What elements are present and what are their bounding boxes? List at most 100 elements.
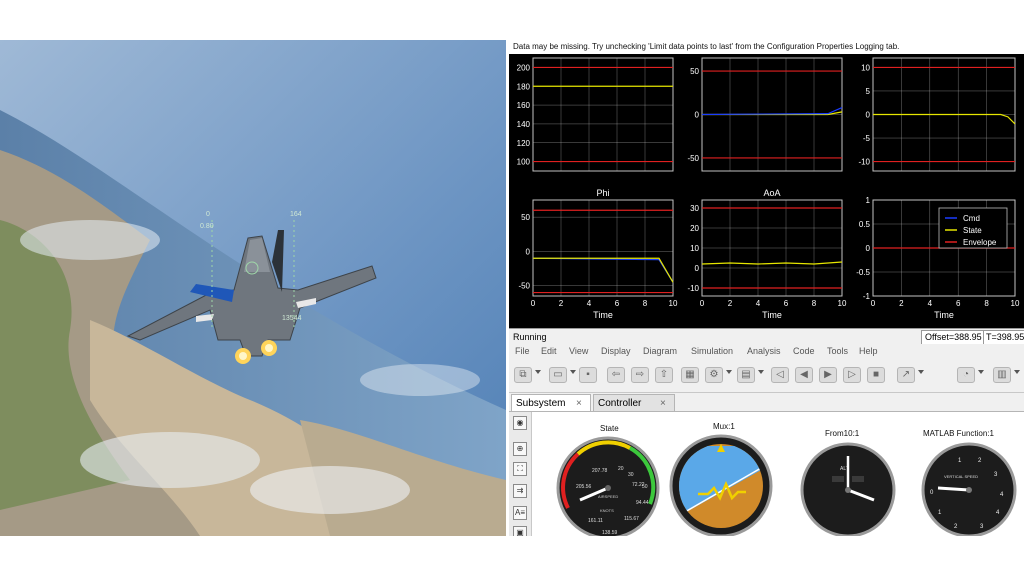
y-tick-label: -5 — [863, 134, 871, 143]
stop-icon[interactable]: ■ — [867, 367, 885, 383]
open-folder-icon[interactable]: ▭ — [549, 367, 567, 383]
y-tick-label: 5 — [866, 87, 871, 96]
model-explorer-icon[interactable]: ▦ — [681, 367, 699, 383]
close-icon[interactable]: × — [576, 395, 582, 412]
menu-item-edit[interactable]: Edit — [541, 346, 557, 357]
y-tick-label: 180 — [517, 82, 531, 91]
legend-entry: Cmd — [963, 214, 980, 223]
gauge-readout: 20 — [618, 466, 624, 472]
simulation-time: T=398.950 — [983, 330, 1024, 345]
y-tick-label: -50 — [518, 282, 530, 291]
chevron-down-icon[interactable] — [978, 370, 984, 374]
menu-item-tools[interactable]: Tools — [827, 346, 848, 357]
fit-view-icon[interactable]: ⛶ — [513, 462, 527, 476]
x-tick-label: 6 — [615, 299, 620, 308]
chevron-down-icon[interactable] — [918, 370, 924, 374]
y-tick-label: 200 — [517, 63, 531, 72]
scope-plot-2[interactable]: 50 0 -50 — [687, 57, 843, 172]
signal-viewer-icon[interactable]: ↗ — [897, 367, 915, 383]
performance-advisor-icon[interactable]: ◔ — [957, 367, 975, 383]
play-icon[interactable]: ▶ — [819, 367, 837, 383]
scope-window: Data may be missing. Try unchecking 'Lim… — [509, 40, 1024, 345]
x-tick-label: 10 — [669, 299, 678, 308]
library-browser-icon[interactable]: ⧉ — [514, 367, 532, 383]
save-icon[interactable]: ▪ — [579, 367, 597, 383]
scope-plot-1[interactable]: 200 180 160 140 120 100 — [517, 57, 674, 172]
hud-left-value: 0 — [206, 211, 210, 218]
y-tick-label: 0.5 — [859, 220, 871, 229]
up-arrow-icon[interactable]: ⇧ — [655, 367, 673, 383]
model-canvas[interactable]: State Mux:1 From10:1 MATLAB Function:1 2… — [532, 412, 1024, 536]
y-tick-label: 1 — [866, 196, 871, 205]
x-tick-label: 8 — [643, 299, 648, 308]
menu-item-code[interactable]: Code — [793, 346, 815, 357]
close-icon[interactable]: × — [660, 395, 666, 412]
tab-controller[interactable]: Controller × — [593, 394, 675, 411]
attitude-indicator[interactable] — [669, 432, 773, 536]
y-tick-label: -10 — [687, 284, 699, 293]
zoom-icon[interactable]: ⊕ — [513, 442, 527, 456]
menu-item-simulation[interactable]: Simulation — [691, 346, 733, 357]
y-tick-label: 140 — [517, 120, 531, 129]
scope-plot-3[interactable]: 10 5 0 -5 -10 — [858, 57, 1016, 172]
chevron-down-icon[interactable] — [758, 370, 764, 374]
plot-title: Phi — [596, 188, 609, 198]
menu-item-analysis[interactable]: Analysis — [747, 346, 781, 357]
menu-item-file[interactable]: File — [515, 346, 530, 357]
image-icon[interactable]: ▣ — [513, 526, 527, 536]
step-back-icon[interactable]: ◁ — [771, 367, 789, 383]
annotation-icon[interactable]: A≡ — [513, 506, 527, 520]
palette-toolbar: ◉ ⊕ ⛶ ⇉ A≡ ▣ — [509, 412, 532, 536]
x-tick-label: 4 — [928, 299, 933, 308]
hide-explorer-icon[interactable]: ◉ — [513, 416, 527, 430]
back-arrow-icon[interactable]: ⇦ — [607, 367, 625, 383]
y-tick-label: -10 — [858, 158, 870, 167]
menu-item-view[interactable]: View — [569, 346, 588, 357]
data-display-icon[interactable]: ▥ — [993, 367, 1011, 383]
y-tick-label: 120 — [517, 139, 531, 148]
gauge-label: VERTICAL SPEED — [944, 474, 978, 479]
gauge-panel: 207.78 205.56 161.11 115.67 94.44 72.22 … — [556, 432, 1017, 536]
x-tick-label: 10 — [1011, 299, 1020, 308]
toolbar: ⧉ ▭ ▪ ⇦ ⇨ ⇧ ▦ ⚙ ▤ ◁ ◀ ▶ ▷ ■ ↗ ◔ ▥ — [509, 358, 1024, 393]
y-tick-label: 50 — [521, 213, 530, 222]
airspeed-gauge[interactable]: 207.78 205.56 161.11 115.67 94.44 72.22 … — [556, 436, 660, 536]
altimeter-gauge[interactable]: ALT — [800, 442, 896, 536]
y-tick-label: 10 — [690, 244, 699, 253]
menu-item-help[interactable]: Help — [859, 346, 878, 357]
forward-arrow-icon[interactable]: ⇨ — [631, 367, 649, 383]
y-tick-label: 20 — [690, 224, 699, 233]
gauge-readout: 50 — [642, 484, 648, 490]
model-config-icon[interactable]: ▤ — [737, 367, 755, 383]
chevron-down-icon[interactable] — [535, 370, 541, 374]
menu-item-display[interactable]: Display — [601, 346, 631, 357]
x-tick-label: 2 — [559, 299, 564, 308]
run-back-icon[interactable]: ◀ — [795, 367, 813, 383]
legend-entry: State — [963, 226, 982, 235]
step-forward-icon[interactable]: ▷ — [843, 367, 861, 383]
plot-axes — [532, 57, 674, 172]
chevron-down-icon[interactable] — [1014, 370, 1020, 374]
hud-right-value: 164 — [290, 211, 302, 218]
scope-plot-4[interactable]: 0 2 4 6 8 10500-50PhiTime — [518, 188, 678, 320]
gauge-readout: 30 — [628, 472, 634, 478]
x-axis-label: Time — [934, 310, 954, 320]
gear-icon[interactable]: ⚙ — [705, 367, 723, 383]
y-tick-label: 0 — [695, 111, 700, 120]
legend-entry: Envelope — [963, 238, 997, 247]
flight-simulator-view: 0 0.80 164 13544 — [0, 40, 506, 536]
vertical-speed-gauge[interactable]: VERTICAL SPEED 1 2 3 4 0 1 2 3 4 — [921, 442, 1017, 536]
x-tick-label: 0 — [871, 299, 876, 308]
arrow-icon[interactable]: ⇉ — [513, 484, 527, 498]
scope-plot-5[interactable]: 0 2 4 6 8 103020100-10AoATime — [687, 188, 847, 320]
y-tick-label: 50 — [690, 67, 699, 76]
chevron-down-icon[interactable] — [726, 370, 732, 374]
x-tick-label: 6 — [956, 299, 961, 308]
tab-subsystem[interactable]: Subsystem × — [511, 394, 591, 411]
y-tick-label: 0 — [695, 264, 700, 273]
chevron-down-icon[interactable] — [570, 370, 576, 374]
y-tick-label: 0 — [526, 247, 531, 256]
gauge-readout: 161.11 — [588, 518, 603, 524]
menu-item-diagram[interactable]: Diagram — [643, 346, 677, 357]
gauge-label: AIRSPEED — [598, 494, 618, 499]
